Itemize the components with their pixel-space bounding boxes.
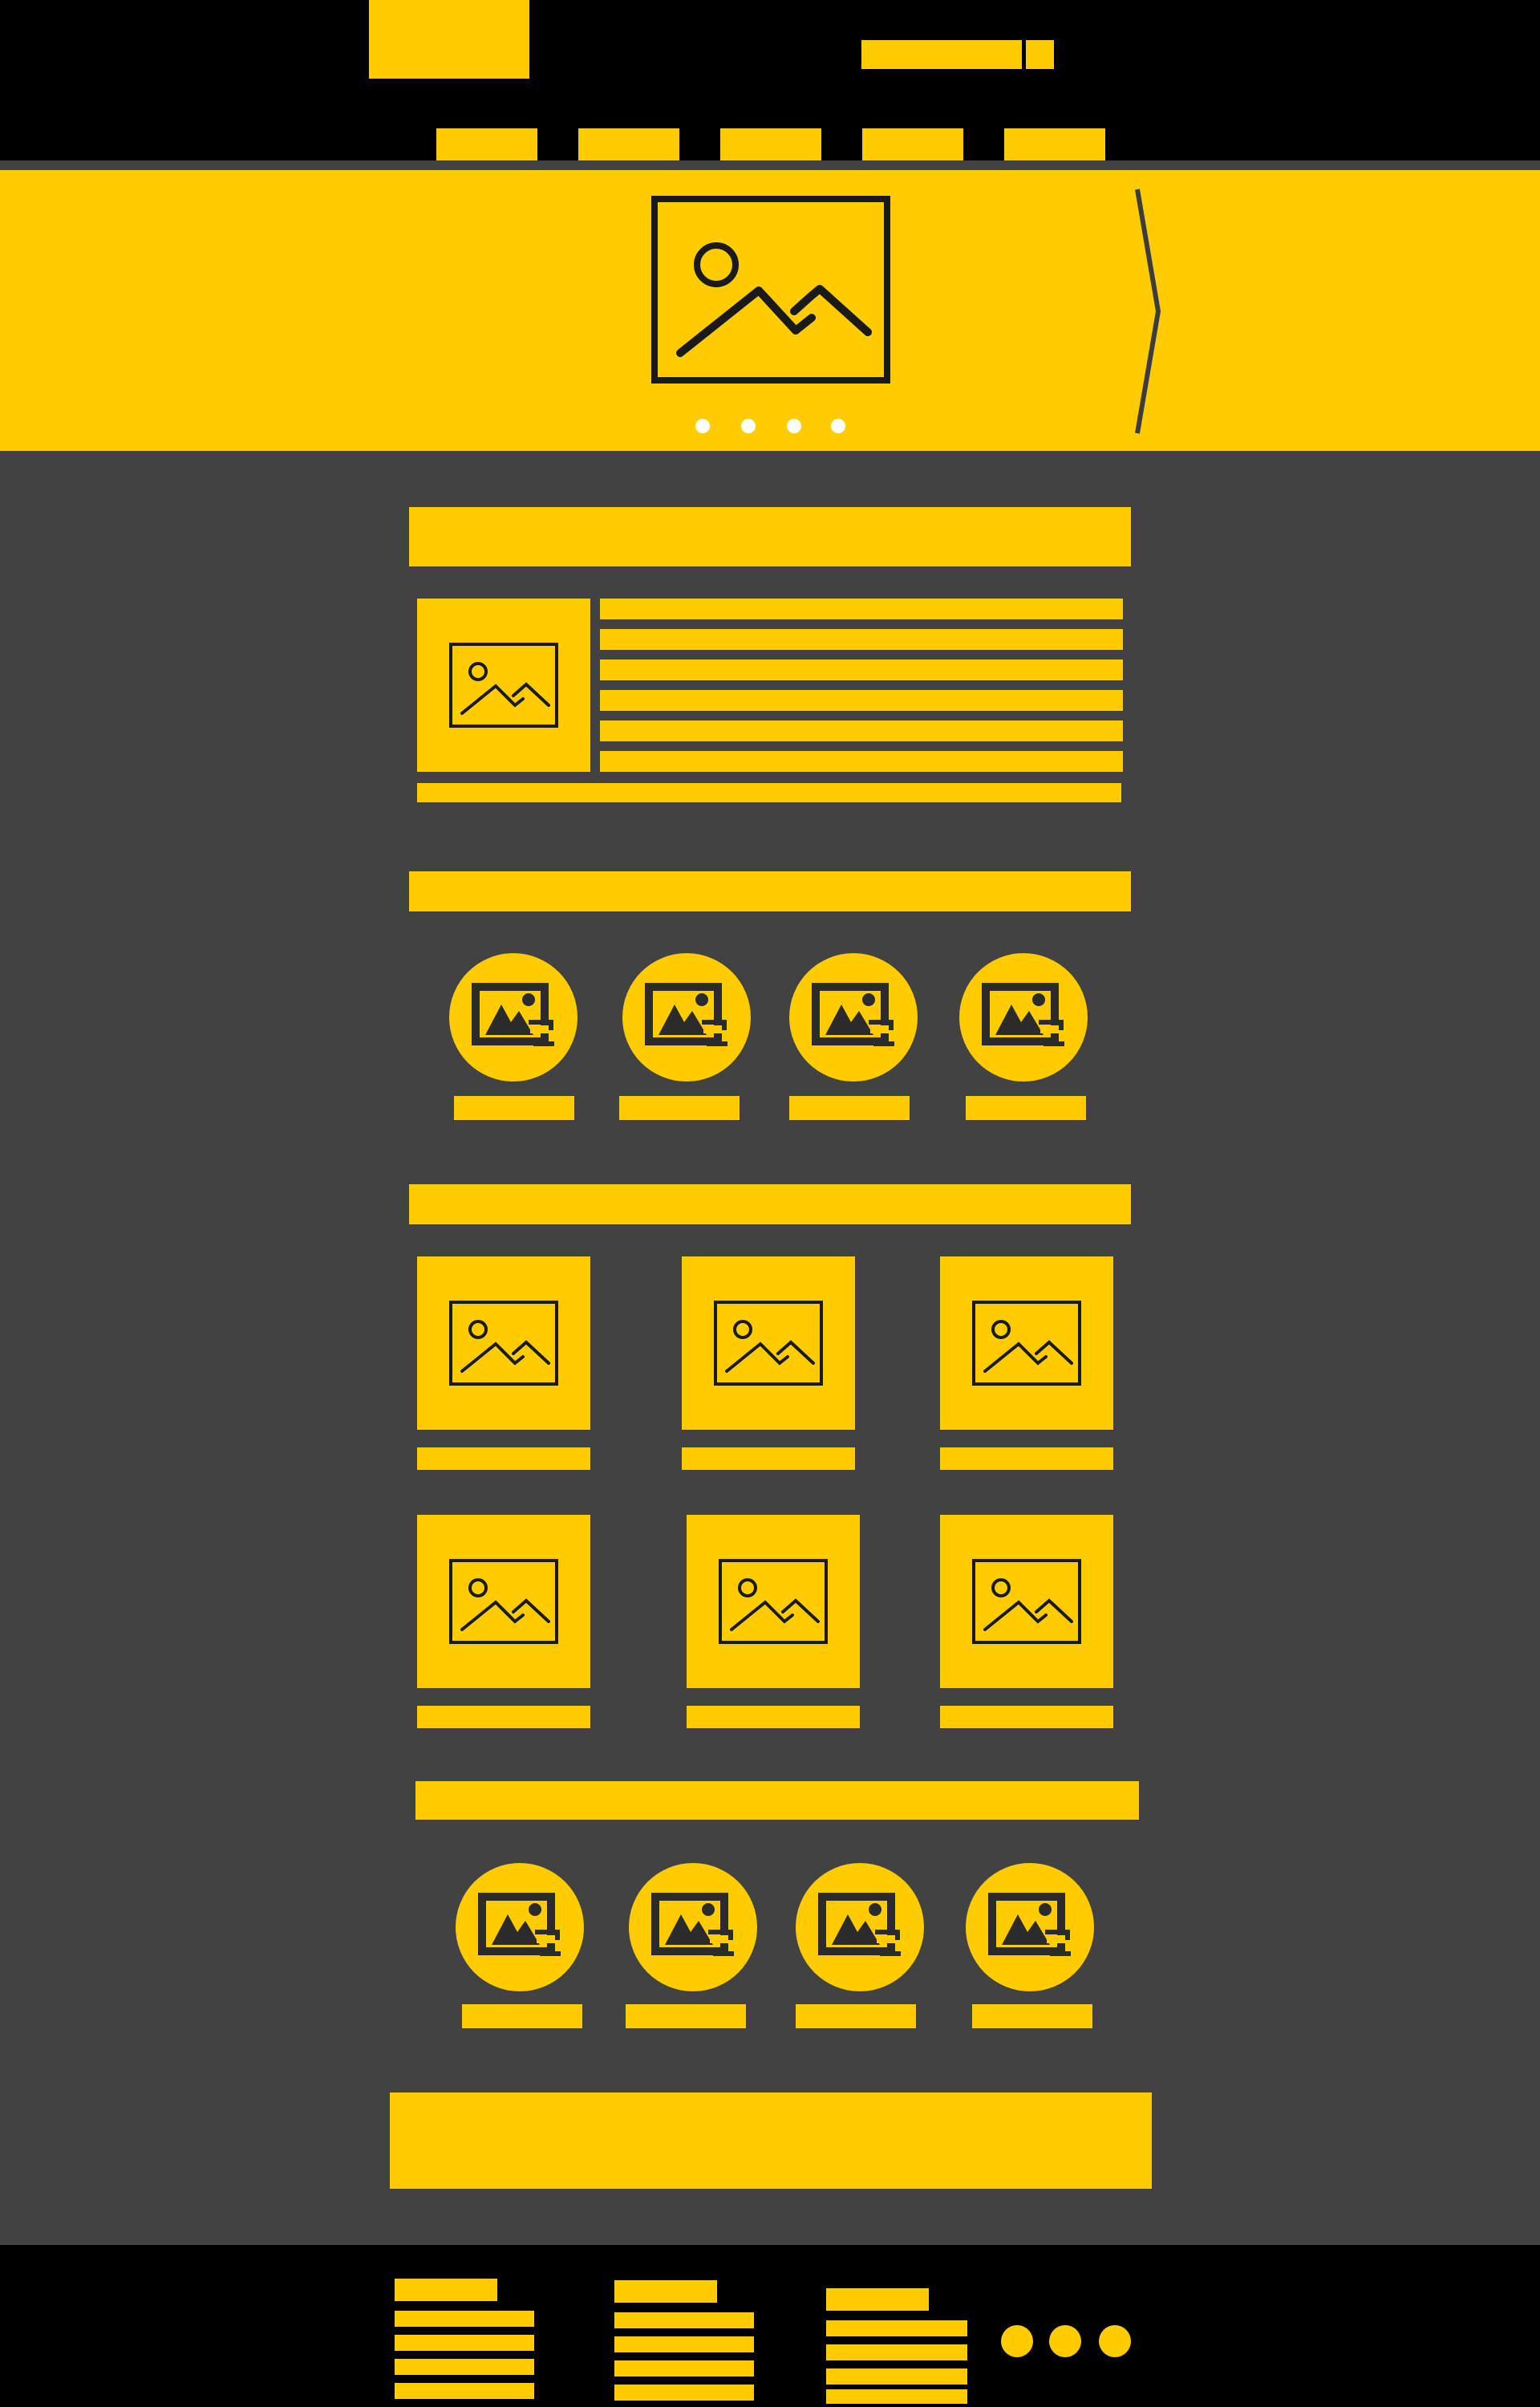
image-caption-line bbox=[966, 1096, 1086, 1120]
image-placeholder-icon bbox=[449, 1559, 558, 1644]
footer-bar bbox=[0, 2245, 1540, 2407]
search-input[interactable] bbox=[861, 40, 1022, 69]
image-placeholder-icon bbox=[449, 643, 558, 728]
image-caption-line bbox=[789, 1096, 910, 1120]
footer-link-line[interactable] bbox=[826, 2320, 967, 2336]
footer-link-line[interactable] bbox=[826, 2344, 967, 2360]
gallery-card[interactable] bbox=[687, 1515, 860, 1688]
image-caption-line bbox=[462, 2004, 582, 2028]
article-text-line bbox=[600, 660, 1123, 680]
card-caption-line bbox=[940, 1447, 1113, 1470]
card-caption-line bbox=[687, 1706, 860, 1728]
social-dot-1[interactable] bbox=[1001, 2325, 1033, 2357]
footer-column-heading bbox=[395, 2279, 497, 2301]
footer-link-line[interactable] bbox=[395, 2359, 534, 2375]
nav-item-2[interactable] bbox=[578, 128, 679, 160]
article-text-line bbox=[600, 629, 1123, 650]
nav-item-5[interactable] bbox=[1004, 128, 1105, 160]
hero-image-placeholder bbox=[651, 196, 890, 384]
social-dot-3[interactable] bbox=[1099, 2325, 1131, 2357]
footer-column-heading bbox=[614, 2280, 717, 2303]
carousel-dot-2[interactable] bbox=[741, 419, 756, 433]
section-heading-1 bbox=[409, 507, 1131, 566]
image-gallery-icon[interactable] bbox=[629, 1863, 757, 1991]
image-caption-line bbox=[972, 2004, 1092, 2028]
image-gallery-icon[interactable] bbox=[622, 953, 751, 1082]
gallery-card[interactable] bbox=[417, 1515, 590, 1688]
image-caption-line bbox=[796, 2004, 916, 2028]
search-button[interactable] bbox=[1026, 40, 1054, 69]
article-text-line bbox=[417, 783, 1121, 802]
section-heading-4 bbox=[415, 1781, 1139, 1820]
image-placeholder-icon bbox=[651, 196, 890, 384]
gallery-card[interactable] bbox=[940, 1256, 1113, 1430]
gallery-card[interactable] bbox=[682, 1256, 855, 1430]
image-gallery-icon[interactable] bbox=[966, 1863, 1094, 1991]
nav-item-4[interactable] bbox=[862, 128, 963, 160]
card-caption-line bbox=[682, 1447, 855, 1470]
footer-link-line[interactable] bbox=[614, 2385, 754, 2401]
image-placeholder-icon bbox=[449, 1301, 558, 1386]
footer-link-line[interactable] bbox=[395, 2335, 534, 2351]
image-caption-line bbox=[619, 1096, 740, 1120]
article-image-placeholder bbox=[417, 599, 590, 772]
footer-link-line[interactable] bbox=[826, 2368, 967, 2385]
footer-link-line[interactable] bbox=[614, 2336, 754, 2352]
footer-link-line[interactable] bbox=[395, 2383, 534, 2399]
card-caption-line bbox=[940, 1706, 1113, 1728]
footer-column-heading bbox=[826, 2288, 929, 2311]
nav-item-1[interactable] bbox=[436, 128, 537, 160]
carousel-dot-1[interactable] bbox=[695, 419, 710, 433]
image-gallery-icon[interactable] bbox=[449, 953, 578, 1082]
header-divider bbox=[0, 160, 1540, 170]
footer-link-line[interactable] bbox=[614, 2360, 754, 2377]
image-placeholder-icon bbox=[719, 1559, 828, 1644]
section-heading-2 bbox=[409, 871, 1131, 911]
carousel-dot-4[interactable] bbox=[831, 419, 845, 433]
card-caption-line bbox=[417, 1447, 590, 1470]
call-to-action-banner[interactable] bbox=[390, 2092, 1152, 2189]
section-heading-3 bbox=[409, 1184, 1131, 1224]
social-dot-2[interactable] bbox=[1049, 2325, 1081, 2357]
image-gallery-icon[interactable] bbox=[959, 953, 1088, 1082]
carousel-dot-3[interactable] bbox=[787, 419, 801, 433]
article-text-line bbox=[600, 720, 1123, 741]
footer-link-line[interactable] bbox=[614, 2312, 754, 2328]
article-text-line bbox=[600, 599, 1123, 619]
image-caption-line bbox=[626, 2004, 746, 2028]
image-placeholder-icon bbox=[972, 1301, 1081, 1386]
wireframe-page bbox=[0, 0, 1540, 2407]
nav-item-3[interactable] bbox=[720, 128, 821, 160]
card-caption-line bbox=[417, 1706, 590, 1728]
image-gallery-icon[interactable] bbox=[456, 1863, 584, 1991]
logo-placeholder[interactable] bbox=[369, 0, 529, 79]
footer-link-line[interactable] bbox=[826, 2389, 967, 2404]
article-text-line bbox=[600, 751, 1123, 772]
image-gallery-icon[interactable] bbox=[789, 953, 918, 1082]
gallery-card[interactable] bbox=[417, 1256, 590, 1430]
image-caption-line bbox=[454, 1096, 574, 1120]
gallery-card[interactable] bbox=[940, 1515, 1113, 1688]
article-text-line bbox=[600, 690, 1123, 711]
image-placeholder-icon bbox=[714, 1301, 823, 1386]
image-placeholder-icon bbox=[972, 1559, 1081, 1644]
footer-link-line[interactable] bbox=[395, 2311, 534, 2327]
image-gallery-icon[interactable] bbox=[796, 1863, 924, 1991]
chevron-right-icon[interactable] bbox=[1131, 185, 1171, 438]
